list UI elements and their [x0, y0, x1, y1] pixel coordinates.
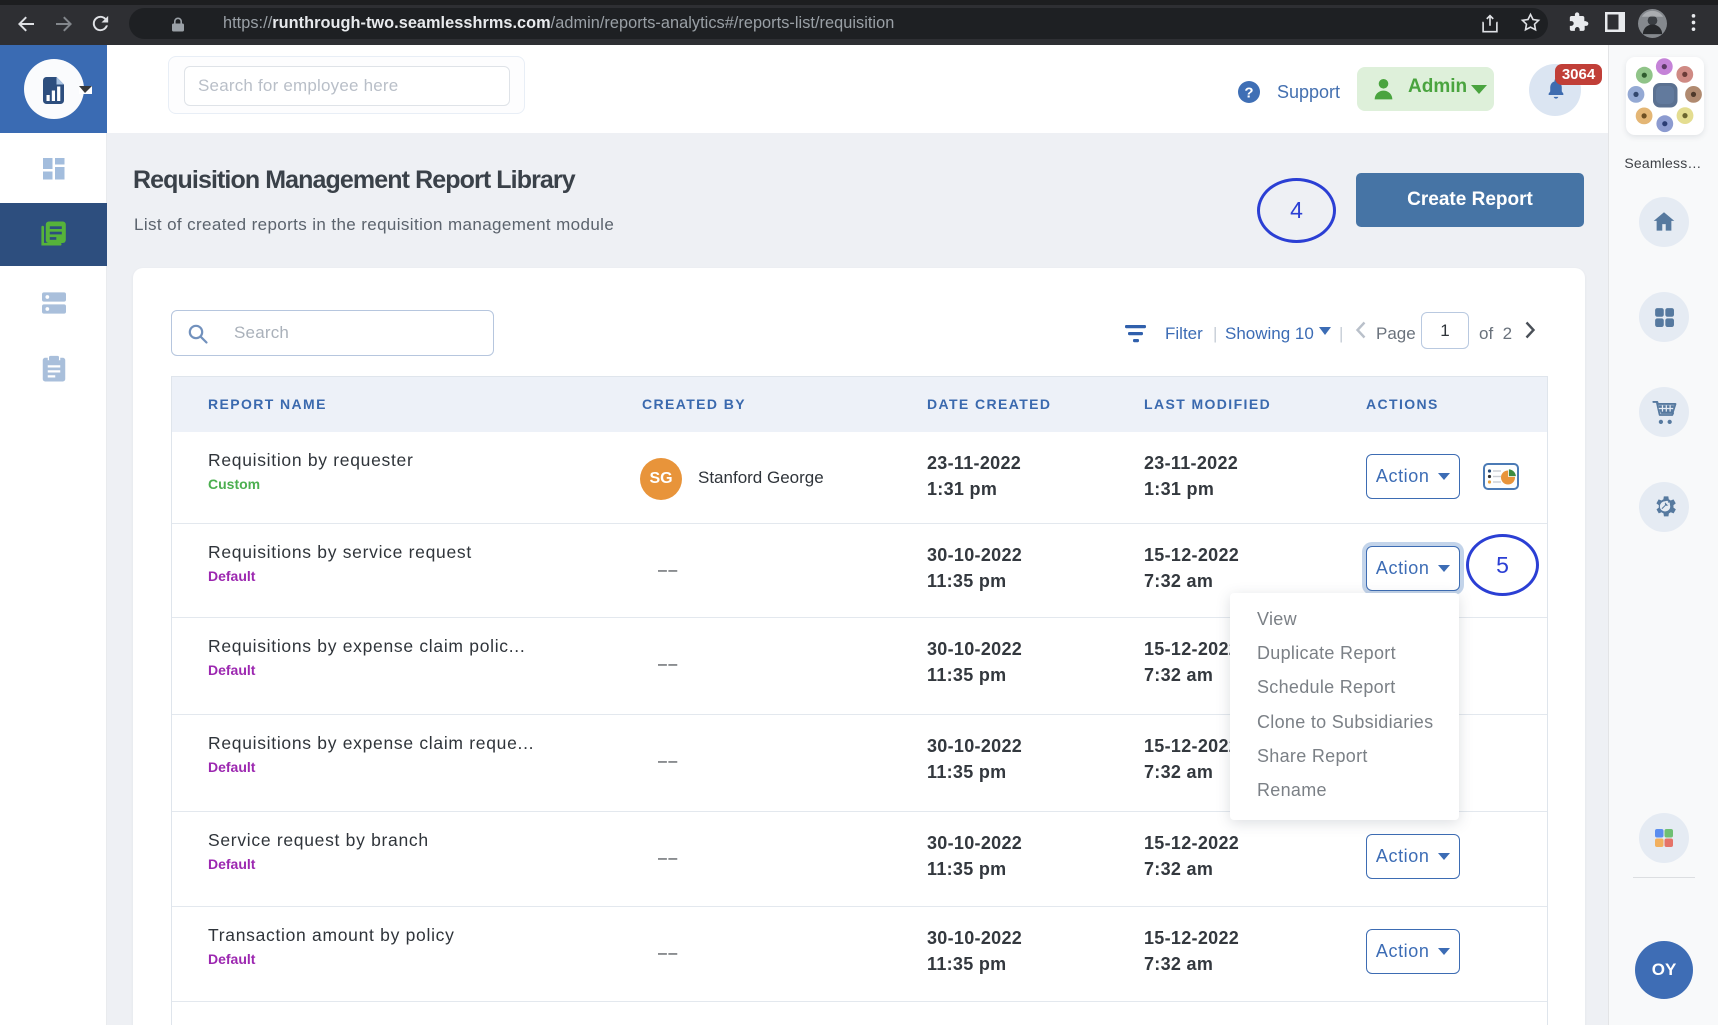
svg-text:?: ? — [1244, 85, 1253, 102]
